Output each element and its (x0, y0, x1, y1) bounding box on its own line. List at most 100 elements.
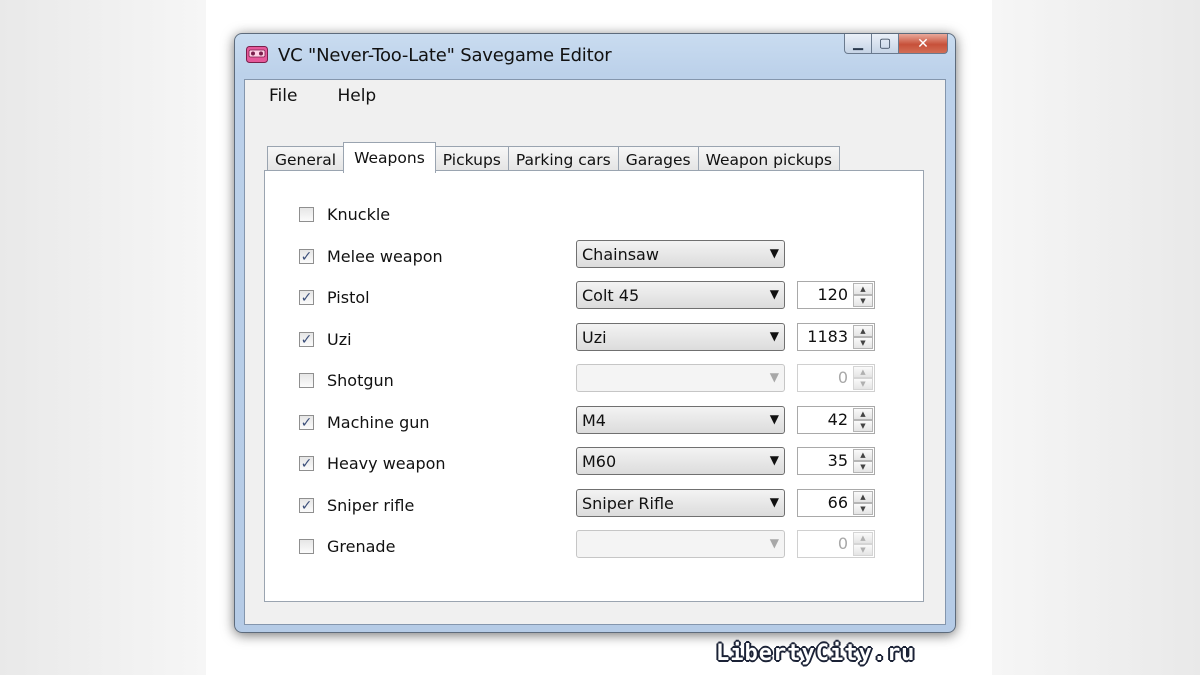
uzi-weapon-select[interactable]: Uzi ▼ (576, 323, 785, 351)
sniper-rifle-checkbox[interactable]: ✓ (299, 498, 314, 513)
check-icon: ✓ (300, 455, 313, 472)
combo-value: Sniper Rifle (582, 494, 674, 513)
spin-down-icon[interactable]: ▼ (853, 420, 873, 432)
knuckle-checkbox[interactable] (299, 207, 314, 222)
spin-up-icon[interactable]: ▲ (853, 449, 873, 461)
spin-up-icon[interactable]: ▲ (853, 408, 873, 420)
spin-down-icon[interactable]: ▼ (853, 295, 873, 307)
heavy-weapon-select[interactable]: M60 ▼ (576, 447, 785, 475)
minimize-icon: ▁ (853, 36, 863, 51)
weapon-label: Sniper rifle (327, 496, 415, 515)
weapon-row-pistol: ✓ Pistol Colt 45 ▼ 120 ▲ ▼ (299, 281, 919, 311)
editor-window: VC "Never-Too-Late" Savegame Editor ▁ ▢ … (234, 33, 956, 633)
combo-value: Chainsaw (582, 245, 659, 264)
weapon-label: Pistol (327, 288, 370, 307)
pistol-weapon-select[interactable]: Colt 45 ▼ (576, 281, 785, 309)
shotgun-ammo-spinner: 0 ▲ ▼ (797, 364, 875, 392)
spin-up-icon[interactable]: ▲ (853, 283, 873, 295)
sniper-rifle-ammo-spinner[interactable]: 66 ▲ ▼ (797, 489, 875, 517)
check-icon: ✓ (300, 331, 313, 348)
dropdown-arrow-icon: ▼ (769, 536, 779, 550)
spin-up-icon: ▲ (853, 532, 873, 544)
ammo-value: 42 (827, 410, 848, 429)
check-icon: ✓ (300, 414, 313, 431)
weapon-label: Machine gun (327, 413, 430, 432)
maximize-button[interactable]: ▢ (872, 34, 899, 54)
caption-buttons: ▁ ▢ ✕ (844, 34, 948, 55)
dropdown-arrow-icon: ▼ (769, 246, 779, 260)
shotgun-weapon-select: ▼ (576, 364, 785, 392)
weapon-row-sniper: ✓ Sniper rifle Sniper Rifle ▼ 66 ▲ ▼ (299, 489, 919, 519)
heavy-weapon-checkbox[interactable]: ✓ (299, 456, 314, 471)
pistol-checkbox[interactable]: ✓ (299, 290, 314, 305)
check-icon: ✓ (300, 497, 313, 514)
dropdown-arrow-icon: ▼ (769, 453, 779, 467)
combo-value: Uzi (582, 328, 607, 347)
uzi-ammo-spinner[interactable]: 1183 ▲ ▼ (797, 323, 875, 351)
dropdown-arrow-icon: ▼ (769, 495, 779, 509)
window-title: VC "Never-Too-Late" Savegame Editor (278, 45, 612, 66)
tab-strip: General Weapons Pickups Parking cars Gar… (267, 141, 841, 173)
shotgun-checkbox[interactable] (299, 373, 314, 388)
grenade-checkbox[interactable] (299, 539, 314, 554)
background-right (992, 0, 1200, 675)
ammo-value: 1183 (807, 327, 848, 346)
melee-checkbox[interactable]: ✓ (299, 249, 314, 264)
dropdown-arrow-icon: ▼ (769, 329, 779, 343)
ammo-value: 0 (837, 534, 848, 553)
uzi-checkbox[interactable]: ✓ (299, 332, 314, 347)
weapon-row-knuckle: Knuckle (299, 204, 919, 228)
combo-value: M4 (582, 411, 606, 430)
spin-down-icon: ▼ (853, 378, 873, 390)
watermark-logo: LibertyCity.ru (716, 641, 916, 666)
weapon-label: Knuckle (327, 205, 391, 224)
heavy-weapon-ammo-spinner[interactable]: 35 ▲ ▼ (797, 447, 875, 475)
spin-down-icon[interactable]: ▼ (853, 337, 873, 349)
cassette-icon (246, 46, 268, 63)
tab-general[interactable]: General (267, 146, 345, 172)
close-icon: ✕ (917, 35, 929, 52)
dropdown-arrow-icon: ▼ (769, 412, 779, 426)
spin-down-icon[interactable]: ▼ (853, 503, 873, 515)
check-icon: ✓ (300, 289, 313, 306)
ammo-value: 35 (827, 451, 848, 470)
background-left (0, 0, 206, 675)
weapon-label: Shotgun (327, 371, 394, 390)
combo-value: Colt 45 (582, 286, 640, 305)
ammo-value: 120 (817, 285, 848, 304)
tab-weapon-pickups[interactable]: Weapon pickups (697, 146, 841, 172)
machine-gun-checkbox[interactable]: ✓ (299, 415, 314, 430)
weapons-panel: Knuckle ✓ Melee weapon Chainsaw ▼ ✓ Pist… (264, 170, 924, 602)
spin-up-icon: ▲ (853, 366, 873, 378)
tab-weapons[interactable]: Weapons (343, 142, 436, 173)
tab-parking-cars[interactable]: Parking cars (507, 146, 619, 172)
tab-garages[interactable]: Garages (617, 146, 699, 172)
weapon-label: Heavy weapon (327, 454, 446, 473)
sniper-rifle-select[interactable]: Sniper Rifle ▼ (576, 489, 785, 517)
machine-gun-weapon-select[interactable]: M4 ▼ (576, 406, 785, 434)
grenade-ammo-spinner: 0 ▲ ▼ (797, 530, 875, 558)
minimize-button[interactable]: ▁ (844, 34, 872, 54)
close-button[interactable]: ✕ (899, 34, 948, 54)
melee-weapon-select[interactable]: Chainsaw ▼ (576, 240, 785, 268)
weapon-label: Melee weapon (327, 247, 443, 266)
spin-down-icon: ▼ (853, 544, 873, 556)
weapon-label: Uzi (327, 330, 352, 349)
machine-gun-ammo-spinner[interactable]: 42 ▲ ▼ (797, 406, 875, 434)
menu-file[interactable]: File (259, 84, 305, 108)
combo-value: M60 (582, 452, 617, 471)
grenade-weapon-select: ▼ (576, 530, 785, 558)
weapon-row-machine-gun: ✓ Machine gun M4 ▼ 42 ▲ ▼ (299, 406, 919, 436)
pistol-ammo-spinner[interactable]: 120 ▲ ▼ (797, 281, 875, 309)
spin-down-icon[interactable]: ▼ (853, 461, 873, 473)
spin-up-icon[interactable]: ▲ (853, 325, 873, 337)
client-area: File Help General Weapons Pickups Parkin… (244, 79, 946, 625)
ammo-value: 66 (827, 493, 848, 512)
menu-help[interactable]: Help (327, 84, 384, 108)
weapon-row-uzi: ✓ Uzi Uzi ▼ 1183 ▲ ▼ (299, 323, 919, 353)
dropdown-arrow-icon: ▼ (769, 287, 779, 301)
maximize-icon: ▢ (878, 36, 892, 51)
spin-up-icon[interactable]: ▲ (853, 491, 873, 503)
check-icon: ✓ (300, 248, 313, 265)
tab-pickups[interactable]: Pickups (434, 146, 509, 172)
